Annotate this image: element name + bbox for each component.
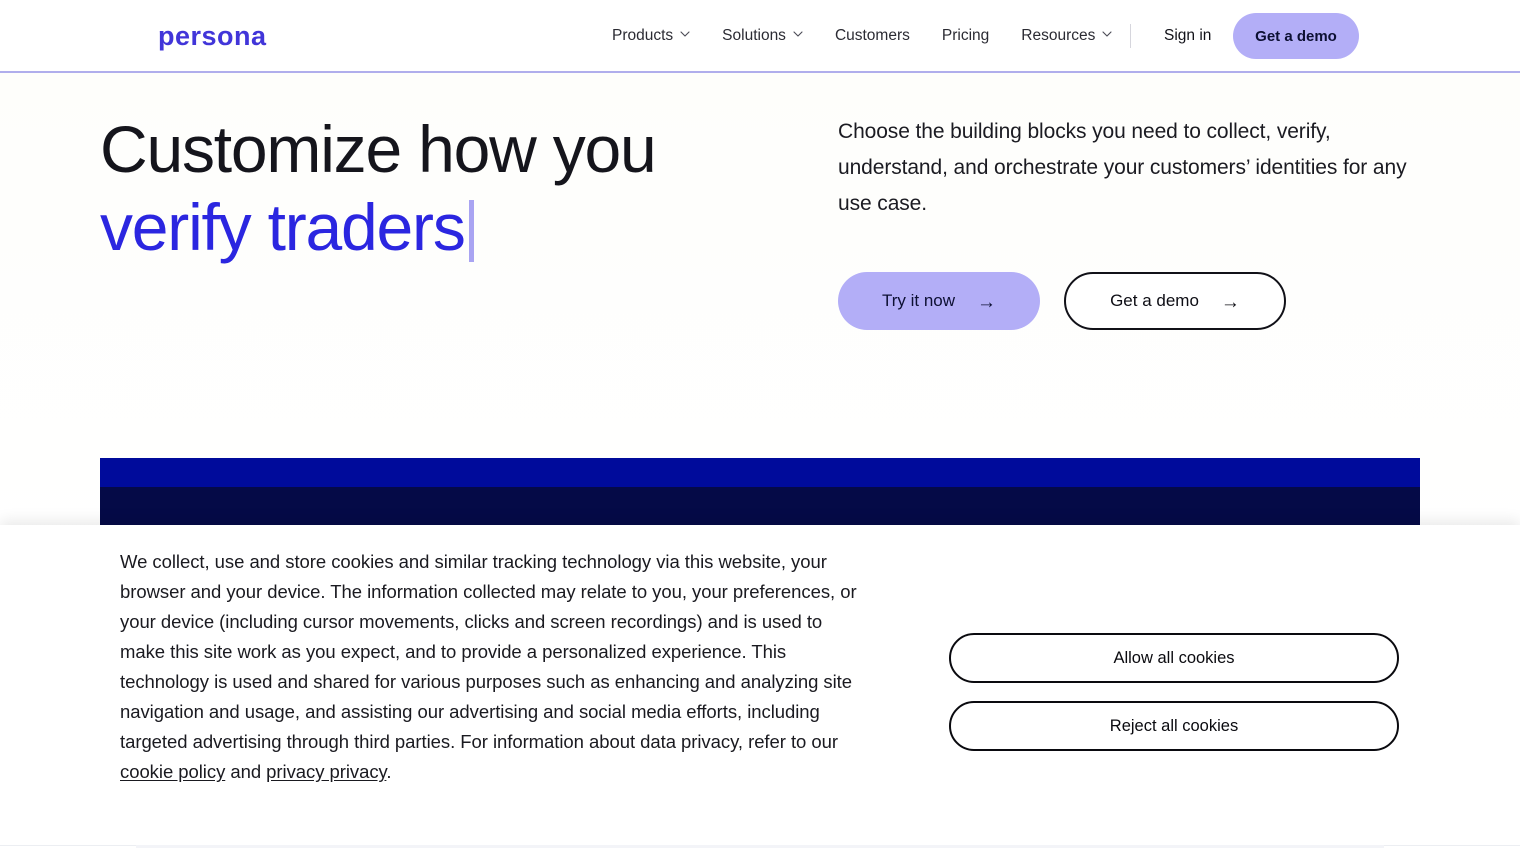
chevron-down-icon [1102,29,1112,39]
hero-get-a-demo-button[interactable]: Get a demo → [1064,272,1286,330]
nav-item-resources[interactable]: Resources [1005,0,1128,71]
nav-item-label: Pricing [941,26,990,44]
bottom-divider-inner [136,845,1384,848]
nav-item-label: Solutions [722,26,786,44]
headline-line-2: verify traders [100,190,466,264]
nav-item-label: Customers [834,26,910,44]
nav-item-label: Resources [1021,26,1096,44]
cookie-policy-text: We collect, use and store cookies and si… [120,547,860,787]
arrow-right-icon: → [1220,291,1240,313]
header-divider [1130,24,1131,48]
typing-caret [468,200,474,262]
try-it-now-button[interactable]: Try it now → [838,272,1040,330]
hero-media-panel [100,458,1420,528]
cookie-policy-link[interactable]: cookie policy [120,761,225,782]
try-it-now-label: Try it now [881,291,956,310]
hero-cta-group: Try it now → Get a demo → [838,272,1286,330]
hero-get-a-demo-label: Get a demo [1110,291,1199,310]
chevron-down-icon [793,29,803,39]
nav-item-products[interactable]: Products [596,0,706,71]
nav-item-pricing[interactable]: Pricing [926,0,1005,71]
media-panel-band-top [100,458,1420,487]
cookie-text-period: . [386,761,392,782]
cookie-text-body: We collect, use and store cookies and si… [120,551,857,752]
main-navigation: Products Solutions Customers Pricing Res… [596,0,1128,71]
site-header: persona Products Solutions Customers Pri… [0,0,1520,73]
page-title: Customize how you verify traders [100,110,860,266]
headline-line-1: Customize how you [100,112,657,186]
headline-line-2-wrapper: verify traders [100,188,860,266]
persona-logo[interactable]: persona [158,22,267,50]
cookie-action-group: Allow all cookies Reject all cookies [949,633,1399,751]
nav-item-customers[interactable]: Customers [819,0,926,71]
sign-in-link[interactable]: Sign in [1160,25,1215,47]
nav-item-label: Products [612,26,674,44]
cookie-text-connector: and [225,761,267,782]
allow-all-cookies-button[interactable]: Allow all cookies [949,633,1399,683]
privacy-policy-link[interactable]: privacy privacy [266,761,386,782]
hero-subheading: Choose the building blocks you need to c… [838,120,1407,215]
arrow-right-icon: → [977,291,997,313]
reject-all-cookies-button[interactable]: Reject all cookies [949,701,1399,751]
header-get-a-demo-button[interactable]: Get a demo [1233,13,1359,59]
chevron-down-icon [680,29,690,39]
media-panel-band-bottom [100,487,1420,528]
page-root: persona Products Solutions Customers Pri… [0,0,1520,855]
nav-item-solutions[interactable]: Solutions [706,0,819,71]
cookie-consent-banner: We collect, use and store cookies and si… [0,525,1520,855]
